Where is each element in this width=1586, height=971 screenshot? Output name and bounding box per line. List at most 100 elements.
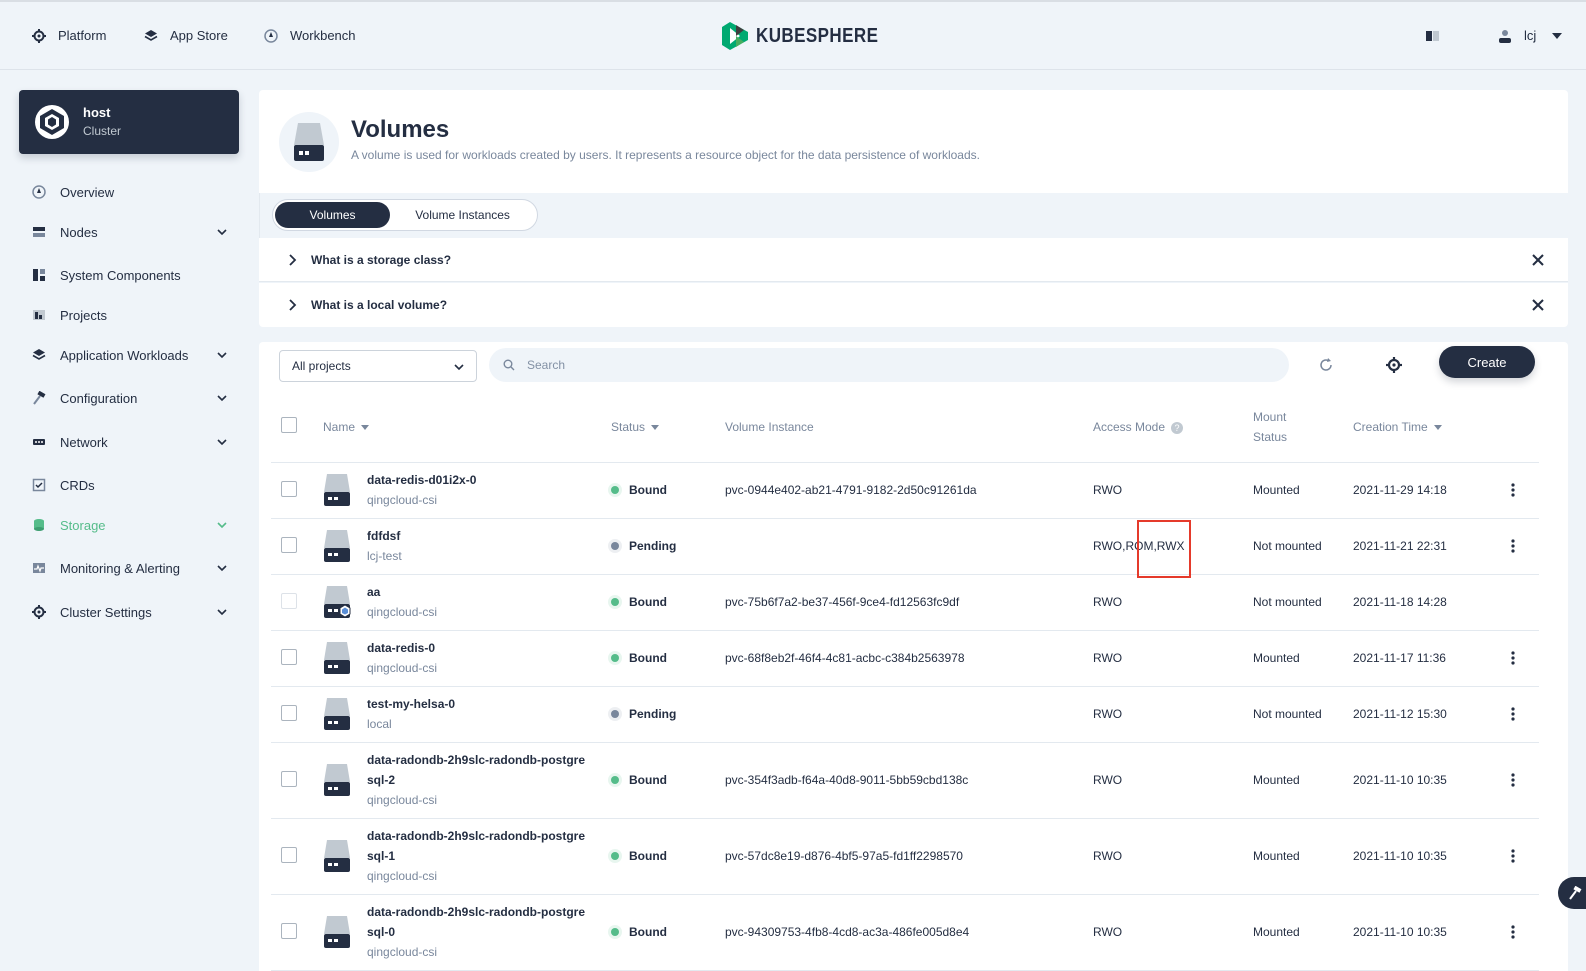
more-actions-icon[interactable] [1503,536,1523,556]
actions-cell [1503,742,1539,819]
volume-name[interactable]: data-radondb-2h9slc-radondb-postgre [367,750,585,770]
table-row[interactable]: data-radondb-2h9slc-radondb-postgre sql-0… [271,894,1539,971]
sidebar-item-configuration[interactable]: Configuration [32,388,228,408]
volume-name[interactable]: fdfdsf [367,526,402,546]
sidebar-item-network[interactable]: Network [32,432,228,452]
volume-name[interactable]: data-radondb-2h9slc-radondb-postgre [367,902,585,922]
top-navbar: Platform App Store Workbench KUBESPHERE … [0,0,1586,70]
status-dot [611,776,619,784]
refresh-icon[interactable] [1317,356,1335,374]
more-actions-icon[interactable] [1503,770,1523,790]
volume-instance[interactable]: pvc-0944e402-ab21-4791-9182-2d50c91261da [725,462,1093,519]
volume-name-continued[interactable]: sql-2 [367,770,585,790]
sort-caret-icon [1433,425,1442,431]
user-menu[interactable]: lcj [1498,28,1563,43]
nav-platform-label: Platform [58,28,107,43]
column-name[interactable]: Name [323,392,611,463]
sidebar-item-projects[interactable]: Projects [32,305,228,325]
nav-workbench[interactable]: Workbench [264,28,356,43]
column-status[interactable]: Status [611,392,725,463]
search-bar[interactable] [489,348,1289,382]
faq-local-volume[interactable]: What is a local volume? [259,283,1568,327]
storage-class: qingcloud-csi [367,661,438,675]
create-button[interactable]: Create [1439,346,1535,378]
row-checkbox[interactable] [281,922,297,939]
components-icon [33,269,45,281]
tab-volume-instances[interactable]: Volume Instances [390,202,535,228]
table-row[interactable]: data-redis-0 qingcloud-csi Bound pvc-68f8eb… [271,630,1539,687]
volume-name-continued[interactable]: sql-1 [367,846,585,866]
sidebar-item-cluster-settings[interactable]: Cluster Settings [32,602,228,622]
nav-app-store[interactable]: App Store [144,28,228,43]
project-select[interactable]: All projects [279,350,477,382]
close-icon[interactable] [1530,297,1546,313]
sidebar-item-crds[interactable]: CRDs [32,475,228,495]
kubesphere-logo[interactable]: KUBESPHERE [722,22,900,50]
tab-volumes[interactable]: Volumes [275,202,391,228]
cluster-switcher[interactable]: host Cluster [19,90,239,154]
volume-disk-icon [324,530,350,562]
close-icon[interactable] [1530,252,1546,268]
more-actions-icon[interactable] [1503,704,1523,724]
creation-time: 2021-11-12 15:30 [1353,686,1503,743]
table-row[interactable]: test-my-helsa-0 local Pending RWO Not mounte… [271,686,1539,743]
table-row[interactable]: aa qingcloud-csi Bound pvc-75b6f7a2-be37-45… [271,574,1539,631]
more-actions-icon[interactable] [1503,480,1523,500]
notification-icon[interactable] [1426,30,1440,42]
row-checkbox[interactable] [281,480,297,497]
volume-instance[interactable]: pvc-94309753-4fb8-4cd8-ac3a-486fe005d8e4 [725,894,1093,971]
row-checkbox[interactable] [281,770,297,787]
volume-instance[interactable]: pvc-75b6f7a2-be37-456f-9ce4-fd12563fc9df [725,574,1093,631]
sidebar-item-system-components[interactable]: System Components [32,265,228,285]
access-mode: RWO,ROM,RWX [1093,518,1253,575]
row-select-cell [271,630,323,687]
nav-platform[interactable]: Platform [32,28,106,43]
volume-name[interactable]: data-redis-d01i2x-0 [367,470,476,490]
table-row[interactable]: data-redis-d01i2x-0 qingcloud-csi Bound pvc… [271,462,1539,519]
row-select-cell [271,818,323,895]
more-actions-icon[interactable] [1503,922,1523,942]
volume-name[interactable]: data-redis-0 [367,638,437,658]
table-row[interactable]: data-radondb-2h9slc-radondb-postgre sql-1… [271,818,1539,895]
chevron-down-icon [217,609,227,616]
volume-name[interactable]: test-my-helsa-0 [367,694,455,714]
sidebar-item-label: Configuration [60,390,138,406]
more-actions-icon[interactable] [1503,648,1523,668]
status-dot [611,486,619,494]
sidebar-item-nodes[interactable]: Nodes [32,222,228,242]
gear-icon[interactable] [1385,356,1403,374]
select-all-checkbox[interactable] [281,417,297,434]
table-row[interactable]: data-radondb-2h9slc-radondb-postgre sql-2… [271,742,1539,819]
column-label: Volume Instance [725,419,814,434]
volume-name[interactable]: data-radondb-2h9slc-radondb-postgre [367,826,585,846]
actions-cell [1503,574,1539,631]
more-actions-icon[interactable] [1503,846,1523,866]
sidebar-item-application-workloads[interactable]: Application Workloads [32,345,228,365]
sidebar-item-label: System Components [60,267,181,283]
row-checkbox[interactable] [281,704,297,721]
chevron-down-icon [217,229,227,236]
table-body: data-redis-d01i2x-0 qingcloud-csi Bound pvc… [271,462,1539,971]
column-creation-time[interactable]: Creation Time [1353,392,1503,463]
volume-disk-icon [324,916,350,948]
row-checkbox[interactable] [281,536,297,553]
sidebar-item-storage[interactable]: Storage [32,515,228,535]
sidebar-item-monitoring-alerting[interactable]: Monitoring & Alerting [32,558,228,578]
volume-instance[interactable]: pvc-57dc8e19-d876-4bf5-97a5-fd1ff2298570 [725,818,1093,895]
help-icon[interactable]: ? [1171,421,1184,434]
faq-storage-class[interactable]: What is a storage class? [259,238,1568,282]
row-checkbox[interactable] [281,648,297,665]
mount-status: Not mounted [1253,686,1353,743]
volume-instance[interactable]: pvc-354f3adb-f64a-40d8-9011-5bb59cbd138c [725,742,1093,819]
toolbox-button[interactable] [1558,877,1586,909]
volume-name[interactable]: aa [367,582,437,602]
search-input[interactable] [527,358,1227,372]
table-row[interactable]: fdfdsf lcj-test Pending RWO,ROM,RWX Not moun… [271,518,1539,575]
volume-instance[interactable]: pvc-68f8eb2f-46f4-4c81-acbc-c384b2563978 [725,630,1093,687]
volume-instance[interactable] [725,518,1093,575]
row-checkbox[interactable] [281,846,297,863]
volume-name-continued[interactable]: sql-0 [367,922,585,942]
volume-instance[interactable] [725,686,1093,743]
sidebar-item-overview[interactable]: Overview [32,182,228,202]
storage-class: qingcloud-csi [367,869,438,883]
